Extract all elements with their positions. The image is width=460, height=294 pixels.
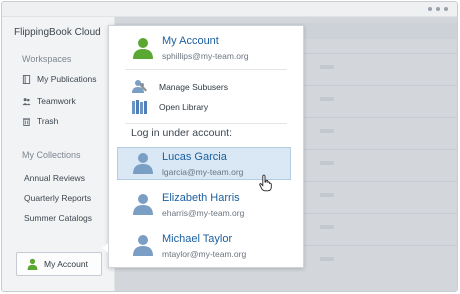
popup-pointer bbox=[102, 243, 108, 253]
sidebar-item-teamwork[interactable]: Teamwork bbox=[22, 96, 76, 106]
user-icon bbox=[133, 153, 153, 174]
my-account-button[interactable]: My Account bbox=[16, 252, 102, 276]
sidebar-item-quarterly-reports[interactable]: Quarterly Reports bbox=[24, 193, 91, 203]
current-account-email: sphillips@my-team.org bbox=[162, 51, 249, 61]
account-email: lgarcia@my-team.org bbox=[162, 167, 244, 177]
sidebar-item-my-publications[interactable]: My Publications bbox=[22, 74, 97, 84]
open-library-item[interactable]: Open Library bbox=[131, 99, 208, 115]
user-icon bbox=[133, 235, 153, 256]
trash-icon bbox=[22, 117, 31, 126]
login-under-heading: Log in under account: bbox=[131, 127, 232, 139]
collections-heading: My Collections bbox=[22, 150, 81, 160]
open-library-label: Open Library bbox=[159, 102, 209, 112]
sidebar: FlippingBook Cloud Workspaces My Publica… bbox=[2, 17, 115, 291]
hand-cursor-icon bbox=[259, 174, 272, 192]
library-icon bbox=[132, 100, 147, 114]
divider bbox=[125, 69, 287, 70]
sidebar-item-label: Quarterly Reports bbox=[24, 193, 92, 203]
sidebar-item-label: My Publications bbox=[37, 74, 97, 84]
manage-subusers-icon bbox=[132, 80, 147, 93]
my-account-label: My Account bbox=[44, 259, 88, 269]
sidebar-item-label: Annual Reviews bbox=[24, 173, 85, 183]
account-name: Elizabeth Harris bbox=[162, 192, 240, 204]
sidebar-item-label: Trash bbox=[37, 116, 59, 126]
user-icon bbox=[133, 194, 153, 215]
sidebar-item-summer-catalogs[interactable]: Summer Catalogs bbox=[24, 213, 92, 223]
sidebar-item-label: Summer Catalogs bbox=[24, 213, 93, 223]
current-user-icon bbox=[133, 38, 153, 59]
user-icon bbox=[27, 258, 38, 270]
sidebar-item-annual-reviews[interactable]: Annual Reviews bbox=[24, 173, 85, 183]
account-name: Lucas Garcia bbox=[162, 151, 227, 163]
workspaces-heading: Workspaces bbox=[22, 54, 72, 64]
app-title: FlippingBook Cloud bbox=[14, 27, 101, 38]
publications-icon bbox=[22, 74, 31, 84]
manage-subusers-item[interactable]: Manage Subusers bbox=[131, 79, 228, 95]
account-popup: My Account sphillips@my-team.org Manage … bbox=[108, 25, 304, 268]
manage-subusers-label: Manage Subusers bbox=[159, 82, 228, 92]
divider bbox=[125, 123, 287, 124]
sidebar-item-trash[interactable]: Trash bbox=[22, 116, 58, 126]
title-bar bbox=[2, 2, 457, 17]
account-email: mtaylor@my-team.org bbox=[162, 249, 247, 259]
team-icon bbox=[22, 97, 31, 105]
account-email: eharris@my-team.org bbox=[162, 208, 245, 218]
current-account-name: My Account bbox=[162, 35, 219, 47]
sidebar-item-label: Teamwork bbox=[37, 96, 76, 106]
window-menu-icon[interactable] bbox=[428, 7, 448, 11]
account-name: Michael Taylor bbox=[162, 233, 233, 245]
